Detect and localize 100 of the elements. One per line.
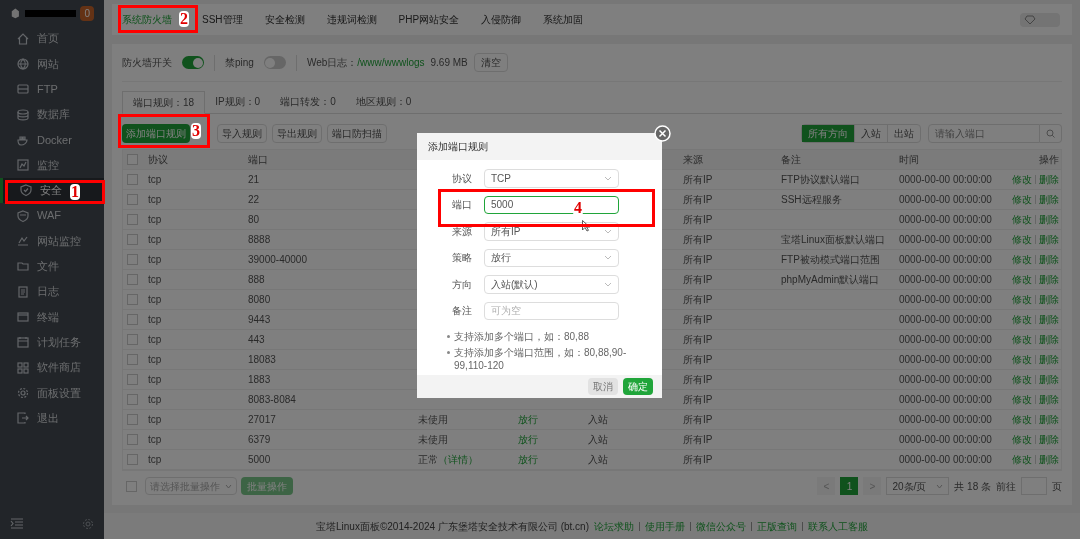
edit-link[interactable]: 修改 [1012, 252, 1032, 267]
previous-page-button[interactable]: < [817, 477, 836, 495]
close-icon[interactable] [654, 125, 671, 142]
edit-link[interactable]: 修改 [1012, 332, 1032, 347]
nav-tab[interactable]: 违规词检测 [319, 4, 384, 35]
sidebar-item[interactable]: 面板设置 [0, 380, 104, 406]
nav-tab[interactable]: SSH管理 [195, 4, 250, 35]
dropdown[interactable]: TCP [484, 169, 619, 188]
clear-button[interactable]: 清空 [473, 53, 508, 72]
search-button[interactable] [1040, 124, 1062, 143]
dropdown[interactable]: 入站(默认) [484, 275, 619, 294]
page-size-select[interactable]: 20条/页 [886, 477, 950, 495]
edit-link[interactable]: 修改 [1012, 452, 1032, 467]
edit-link[interactable]: 修改 [1012, 412, 1032, 427]
footer-link[interactable]: 联系人工客服 [808, 518, 868, 534]
edit-link[interactable]: 修改 [1012, 352, 1032, 367]
toggle-switch[interactable] [263, 56, 286, 69]
nav-tab[interactable]: 安全检测 [257, 4, 312, 35]
delete-link[interactable]: 删除 [1039, 352, 1059, 367]
checkbox[interactable] [127, 314, 138, 325]
edit-link[interactable]: 修改 [1012, 172, 1032, 187]
edit-link[interactable]: 修改 [1012, 372, 1032, 387]
checkbox[interactable] [127, 214, 138, 225]
sidebar-item[interactable]: Docker [0, 127, 104, 153]
toggle-switch[interactable] [182, 56, 204, 69]
edit-link[interactable]: 修改 [1012, 212, 1032, 227]
nav-tab[interactable]: 系统加固 [536, 4, 591, 35]
checkbox[interactable] [127, 234, 138, 245]
edit-link[interactable]: 修改 [1012, 192, 1032, 207]
edit-link[interactable]: 修改 [1012, 392, 1032, 407]
delete-link[interactable]: 删除 [1039, 212, 1059, 227]
sidebar-item[interactable]: WAF [0, 203, 104, 229]
checkbox[interactable] [127, 454, 138, 465]
checkbox[interactable] [127, 294, 138, 305]
delete-link[interactable]: 删除 [1039, 372, 1059, 387]
delete-link[interactable]: 删除 [1039, 172, 1059, 187]
sidebar-item[interactable]: 数据库 [0, 101, 104, 128]
footer-link[interactable]: 论坛求助 [594, 518, 634, 534]
log-path-link[interactable]: /www/wwwlogs [357, 55, 425, 70]
edit-link[interactable]: 修改 [1012, 292, 1032, 307]
checkbox[interactable] [127, 354, 138, 365]
edit-link[interactable]: 修改 [1012, 272, 1032, 287]
dropdown[interactable]: 放行 [484, 248, 619, 267]
sidebar-item[interactable]: 日志 [0, 278, 104, 305]
confirm-button[interactable]: 确定 [623, 378, 653, 395]
table-cell-text: 所有IP [682, 173, 714, 187]
sidebar-item[interactable]: 软件商店 [0, 354, 104, 381]
checkbox[interactable] [127, 174, 138, 185]
sidebar-item[interactable]: 网站 [0, 51, 104, 77]
checkbox[interactable] [127, 374, 138, 385]
checkbox[interactable] [127, 154, 138, 165]
sub-tab[interactable]: 端口转发：0 [270, 90, 346, 113]
footer-link[interactable]: 微信公众号 [696, 518, 746, 534]
direction-filter-tab[interactable]: 出站 [887, 125, 920, 142]
action-button[interactable]: 导出规则 [272, 124, 322, 143]
delete-link[interactable]: 删除 [1039, 392, 1059, 407]
delete-link[interactable]: 删除 [1039, 232, 1059, 247]
direction-filter-tab[interactable]: 入站 [854, 125, 887, 142]
edit-link[interactable]: 修改 [1012, 432, 1032, 447]
edit-link[interactable]: 修改 [1012, 312, 1032, 327]
delete-link[interactable]: 删除 [1039, 192, 1059, 207]
delete-link[interactable]: 删除 [1039, 332, 1059, 347]
nav-tab[interactable]: 系统防火墙 [115, 4, 179, 35]
sub-tab[interactable]: IP规则：0 [205, 90, 271, 113]
sidebar-item[interactable]: 文件 [0, 253, 104, 279]
nav-tab[interactable]: PHP网站安全 [391, 4, 467, 35]
checkbox[interactable] [127, 194, 138, 205]
action-button[interactable]: 添加端口规则 [122, 124, 190, 143]
sidebar-item[interactable]: 终端 [0, 304, 104, 330]
sidebar-item[interactable]: FTP [0, 76, 104, 102]
checkbox[interactable] [127, 394, 138, 405]
sub-tab[interactable]: 地区规则：0 [345, 90, 422, 113]
delete-link[interactable]: 删除 [1039, 272, 1059, 287]
page-button[interactable]: 1 [840, 477, 859, 495]
action-button[interactable]: 端口防扫描 [327, 124, 387, 143]
footer-link[interactable]: 使用手册 [645, 518, 685, 534]
sidebar-item[interactable]: 退出 [0, 405, 104, 431]
next-page-button[interactable]: > [863, 477, 882, 495]
sub-tab[interactable]: 端口规则：18 [122, 91, 206, 114]
delete-link[interactable]: 删除 [1039, 432, 1059, 447]
delete-link[interactable]: 删除 [1039, 452, 1059, 467]
checkbox[interactable] [127, 434, 138, 445]
footer-link[interactable]: 正版查询 [757, 518, 797, 534]
delete-link[interactable]: 删除 [1039, 292, 1059, 307]
delete-link[interactable]: 删除 [1039, 412, 1059, 427]
nav-tab[interactable]: 入侵防御 [474, 4, 529, 35]
action-button[interactable]: 导入规则 [217, 124, 267, 143]
input-field[interactable]: 可为空 [484, 301, 619, 320]
edit-link[interactable]: 修改 [1012, 232, 1032, 247]
checkbox[interactable] [127, 414, 138, 425]
details-link[interactable]: （详情） [438, 452, 478, 467]
table-cell-text: 所有IP [682, 273, 714, 287]
delete-link[interactable]: 删除 [1039, 312, 1059, 327]
checkbox[interactable] [127, 334, 138, 345]
checkbox[interactable] [126, 480, 137, 492]
delete-link[interactable]: 删除 [1039, 252, 1059, 267]
tip-text: 支持添加多个端口范围，如：80,88,90-99,110-120 [454, 346, 628, 372]
direction-filter-tab[interactable]: 所有方向 [802, 125, 854, 142]
checkbox[interactable] [127, 274, 138, 285]
checkbox[interactable] [127, 254, 138, 265]
